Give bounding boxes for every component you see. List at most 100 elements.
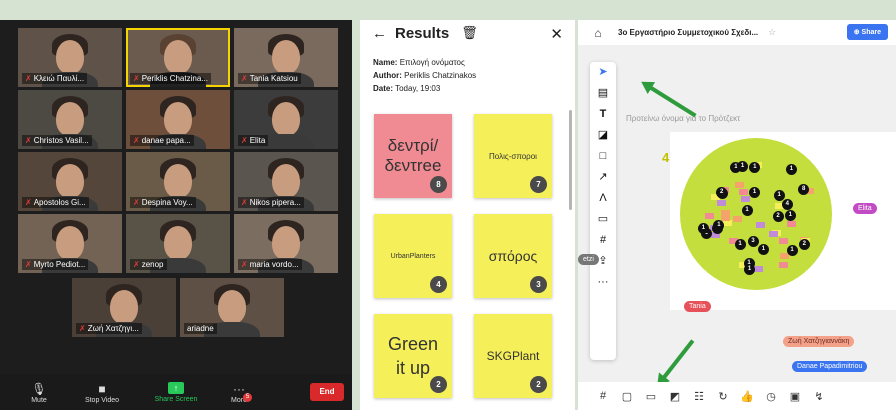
mini-sticky-note[interactable]	[768, 231, 778, 238]
participant-tile[interactable]: ✗ Tania Katsiou	[234, 28, 338, 87]
participant-tile[interactable]: ariadne	[180, 278, 284, 337]
participant-tile[interactable]: ✗ danae papa...	[126, 90, 230, 149]
sticky-note[interactable]: δεντρί/ δεντree 8	[374, 114, 452, 198]
timer-icon[interactable]: ◷	[760, 390, 782, 403]
vote-dot: 4	[781, 198, 793, 210]
shape-tool-icon[interactable]: □	[590, 146, 616, 167]
stop-video-button[interactable]: ■ Stop Video	[78, 381, 126, 404]
sticky-note-icon[interactable]: ◪	[590, 125, 616, 146]
share-button[interactable]: ⊕ Share	[846, 24, 888, 40]
star-icon[interactable]: ☆	[768, 27, 776, 38]
frames-icon[interactable]: #	[592, 390, 614, 402]
participant-name: Tania Katsiou	[249, 74, 298, 83]
participant-name: Ζωή Χατζηγι...	[87, 324, 139, 333]
scrollbar[interactable]	[569, 110, 572, 210]
vote-count: 3	[530, 276, 547, 293]
template-icon[interactable]: ▤	[590, 83, 616, 104]
comments-icon[interactable]: ▢	[616, 390, 638, 403]
participant-tile[interactable]: ✗ Ζωή Χατζηγι...	[72, 278, 176, 337]
muted-mic-icon: ✗	[133, 74, 140, 83]
muted-mic-icon: ✗	[241, 198, 248, 207]
more-tools-icon[interactable]: ···	[590, 272, 616, 293]
participant-tile-speaking[interactable]: ✗ Periklis Chatzina...	[126, 28, 230, 87]
participant-tile[interactable]: ✗ Myrto Pediot...	[18, 214, 122, 273]
board-bottom-toolbar: # ▢ ▭ ◩ ☷ ↻ 👍 ◷ ▣ ↯	[578, 382, 896, 410]
participant-tile[interactable]: ✗ Christos Vasil...	[18, 90, 122, 149]
board-title[interactable]: 3ο Εργαστήριο Συμμετοχικού Σχεδι...	[618, 28, 758, 37]
share-screen-button[interactable]: ↑ Share Screen	[150, 381, 202, 403]
muted-mic-icon: ✗	[133, 260, 140, 269]
mini-sticky-note[interactable]	[738, 188, 748, 195]
more-dots-icon: ···	[233, 381, 245, 396]
call-controls-bar: 🎙 Mute ■ Stop Video ↑ Share Screen ··· 5…	[0, 374, 352, 410]
vote-dot: 2	[798, 238, 810, 250]
sticky-note[interactable]: Green it up 2	[374, 314, 452, 398]
participant-tile[interactable]: ✗ Nikos pipera...	[234, 152, 338, 211]
participant-name: Despina Voy...	[141, 198, 193, 207]
mini-sticky-note[interactable]	[740, 196, 750, 203]
mini-sticky-note[interactable]	[732, 215, 742, 222]
participant-name: Κλειώ Παυλί...	[33, 74, 85, 83]
participant-name: Myrto Pediot...	[33, 260, 86, 269]
frame-tool-icon[interactable]: #	[590, 230, 616, 251]
screen-share-icon[interactable]: ◩	[664, 390, 686, 403]
more-button[interactable]: ··· 5 More	[220, 381, 258, 404]
back-arrow-icon[interactable]: ←	[372, 25, 387, 42]
participant-tile[interactable]: ✗ Apostolos Gi...	[18, 152, 122, 211]
vote-dot: 1	[737, 161, 749, 173]
pointer-icon[interactable]: ↯	[808, 390, 830, 403]
board-tools-toolbar: ➤ ▤ T ◪ □ ↗ Λ ▭ # ⇪ ···	[590, 62, 616, 360]
voting-name: Επιλογή ονόματος	[399, 58, 465, 67]
mini-sticky-note[interactable]	[756, 222, 765, 228]
mini-sticky-note[interactable]	[786, 221, 796, 228]
vote-dot: 1	[784, 209, 796, 221]
sticky-note[interactable]: UrbanPlanters 4	[374, 214, 452, 298]
mute-button[interactable]: 🎙 Mute	[20, 381, 58, 404]
cursor-tag-zoi: Ζωή Χατζηγιαννάκη	[783, 336, 855, 347]
cursor-tag-elita: Elita	[853, 203, 877, 214]
mini-sticky-note[interactable]	[754, 266, 764, 273]
home-icon[interactable]: ⌂	[578, 26, 618, 40]
participant-name: Apostolos Gi...	[33, 198, 86, 207]
comment-icon[interactable]: ▭	[590, 209, 616, 230]
participant-tile[interactable]: ✗ maria vordo...	[234, 214, 338, 273]
close-icon[interactable]: ✕	[550, 25, 563, 43]
vote-dot: 2	[772, 211, 784, 223]
muted-mic-icon: ✗	[241, 136, 248, 145]
annotation-arrow-down	[660, 339, 695, 382]
vote-count: 2	[430, 376, 447, 393]
end-meeting-button[interactable]: End	[310, 383, 344, 401]
video-chat-icon[interactable]: ▣	[784, 390, 806, 403]
activity-icon[interactable]: ↻	[712, 390, 734, 403]
sticky-note[interactable]: Πολις-σποροι 7	[474, 114, 552, 198]
participant-tile[interactable]: ✗ Despina Voy...	[126, 152, 230, 211]
trash-icon[interactable]: 🗑	[461, 25, 478, 41]
cards-icon[interactable]: ☷	[688, 390, 710, 403]
voting-thumbs-up-icon[interactable]: 👍	[736, 390, 758, 403]
participant-tile[interactable]: ✗ Elita	[234, 90, 338, 149]
select-cursor-icon[interactable]: ➤	[590, 62, 616, 83]
mini-sticky-note[interactable]	[779, 237, 789, 244]
mini-sticky-note[interactable]	[705, 212, 715, 219]
mini-sticky-note[interactable]	[778, 262, 788, 269]
results-title: Results	[395, 24, 450, 42]
connector-line-icon[interactable]: ↗	[590, 167, 616, 188]
share-arrow-icon: ↑	[168, 381, 184, 394]
sticky-note[interactable]: SKGPlant 2	[474, 314, 552, 398]
vote-cluster-circle: 411131118111111112121121	[680, 138, 832, 290]
text-tool-icon[interactable]: T	[590, 104, 616, 125]
muted-mic-icon: ✗	[25, 198, 32, 207]
participant-tile[interactable]: ✗ Κλειώ Παυλί...	[18, 28, 122, 87]
pen-tool-icon[interactable]: Λ	[590, 188, 616, 209]
vote-count: 2	[530, 376, 547, 393]
mini-sticky-note[interactable]	[717, 199, 726, 206]
vote-dot: 1	[757, 243, 769, 255]
participant-tile[interactable]: ✗ zenop	[126, 214, 230, 273]
mini-sticky-note[interactable]	[721, 215, 731, 222]
mini-sticky-note[interactable]	[735, 181, 744, 188]
cursor-tag-danae: Danae Papadimitriou	[792, 361, 868, 372]
vote-dot: 1	[786, 244, 798, 256]
chat-icon[interactable]: ▭	[640, 390, 662, 403]
vote-dot: 1	[749, 186, 761, 198]
sticky-note[interactable]: σπόρος 3	[474, 214, 552, 298]
